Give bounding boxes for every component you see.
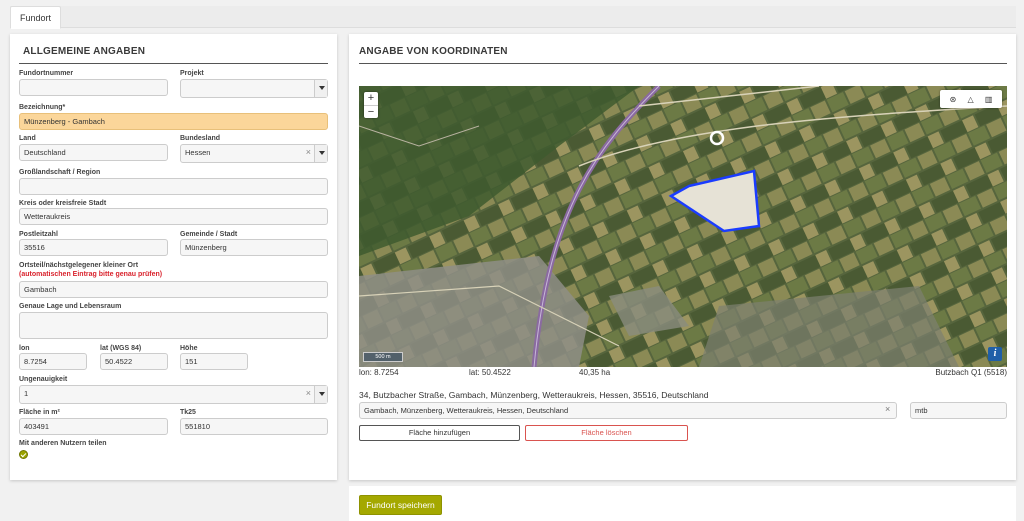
panel-title: ALLGEMEINE ANGABEN <box>23 46 146 57</box>
map-icon[interactable]: ▥ <box>985 95 993 104</box>
kreis-label: Kreis oder kreisfreie Stadt <box>19 200 107 207</box>
address-text: 34, Butzbacher Straße, Gambach, Münzenbe… <box>359 390 709 400</box>
bundesland-select[interactable]: Hessen × <box>180 144 328 163</box>
kreis-input[interactable]: Wetteraukreis <box>19 208 328 225</box>
tab-fundort[interactable]: Fundort <box>10 6 62 29</box>
tk25-label: Tk25 <box>180 409 196 416</box>
zoom-in-button[interactable]: + <box>364 92 378 105</box>
chevron-down-icon[interactable] <box>314 386 327 403</box>
close-icon[interactable]: × <box>306 145 311 160</box>
divider <box>359 63 1007 64</box>
scale-bar: 500 m <box>363 352 403 362</box>
lon-readout: lon: 8.7254 <box>359 368 399 377</box>
add-area-button[interactable]: Fläche hinzufügen <box>359 425 520 441</box>
save-bar: Fundort speichern <box>349 486 1016 521</box>
general-info-panel: ALLGEMEINE ANGABEN Fundortnummer Projekt… <box>10 34 337 480</box>
lat-readout: lat: 50.4522 <box>469 368 511 377</box>
location-search-input[interactable]: Gambach, Münzenberg, Wetteraukreis, Hess… <box>359 402 897 419</box>
zoom-out-button[interactable]: − <box>364 105 378 118</box>
map-imagery <box>359 86 1007 367</box>
plz-input[interactable]: 35516 <box>19 239 168 256</box>
coordinates-panel: ANGABE VON KOORDINATEN + − ⊛ △ ▥ 500 m i… <box>349 34 1016 480</box>
gemeinde-label: Gemeinde / Stadt <box>180 231 238 238</box>
ungenauigkeit-select[interactable]: 1 × <box>19 385 328 404</box>
teilen-label: Mit anderen Nutzern teilen <box>19 440 107 447</box>
bezeichnung-label: Bezeichnung* <box>19 104 66 111</box>
projekt-select[interactable] <box>180 79 328 98</box>
share-checkbox[interactable] <box>19 450 28 459</box>
tk-readout: Butzbach Q1 (5518) <box>935 368 1007 377</box>
hoehe-label: Höhe <box>180 345 198 352</box>
panel-title: ANGABE VON KOORDINATEN <box>359 46 508 57</box>
area-readout: 40,35 ha <box>579 368 611 377</box>
zoom-control: + − <box>364 92 378 118</box>
gemeinde-input[interactable]: Münzenberg <box>180 239 328 256</box>
hoehe-input[interactable]: 151 <box>180 353 248 370</box>
divider <box>19 63 328 64</box>
grosslandschaft-label: Großlandschaft / Region <box>19 169 101 176</box>
lage-textarea[interactable] <box>19 312 328 339</box>
map-toolbar: ⊛ △ ▥ <box>940 90 1002 108</box>
save-button[interactable]: Fundort speichern <box>359 495 442 515</box>
layers-icon[interactable]: ⊛ <box>950 95 957 104</box>
ortsteil-label: Ortsteil/nächstgelegener kleiner Ort <box>19 262 139 269</box>
land-label: Land <box>19 135 36 142</box>
bundesland-label: Bundesland <box>180 135 221 142</box>
info-button[interactable]: i <box>988 347 1002 361</box>
flaeche-label: Fläche in m² <box>19 409 60 416</box>
close-icon[interactable]: × <box>885 404 890 414</box>
ortsteil-input[interactable]: Gambach <box>19 281 328 298</box>
bezeichnung-input[interactable]: Münzenberg - Gambach <box>19 113 328 130</box>
tk25-input[interactable]: 551810 <box>180 418 328 435</box>
close-icon[interactable]: × <box>306 386 311 401</box>
chevron-down-icon[interactable] <box>314 145 327 162</box>
delete-area-button[interactable]: Fläche löschen <box>525 425 688 441</box>
lage-label: Genaue Lage und Lebensraum <box>19 303 122 310</box>
ungenauigkeit-label: Ungenauigkeit <box>19 376 68 383</box>
tab-bar: Fundort <box>10 6 1016 29</box>
flaeche-input[interactable]: 403491 <box>19 418 168 435</box>
ortsteil-warning: (automatischen Eintrag bitte genau prüfe… <box>19 271 163 278</box>
satellite-map[interactable]: + − ⊛ △ ▥ 500 m i <box>359 86 1007 367</box>
plz-label: Postleitzahl <box>19 231 58 238</box>
lat-input[interactable]: 50.4522 <box>100 353 168 370</box>
chevron-down-icon[interactable] <box>314 80 327 97</box>
fundortnummer-input[interactable] <box>19 79 168 96</box>
terrain-icon[interactable]: △ <box>967 95 973 104</box>
lon-label: lon <box>19 345 30 352</box>
land-input[interactable]: Deutschland <box>19 144 168 161</box>
lat-label: lat (WGS 84) <box>100 345 142 352</box>
fundortnummer-label: Fundortnummer <box>19 70 74 77</box>
grosslandschaft-input[interactable] <box>19 178 328 195</box>
source-input[interactable]: mtb <box>910 402 1007 419</box>
projekt-label: Projekt <box>180 70 204 77</box>
lon-input[interactable]: 8.7254 <box>19 353 87 370</box>
